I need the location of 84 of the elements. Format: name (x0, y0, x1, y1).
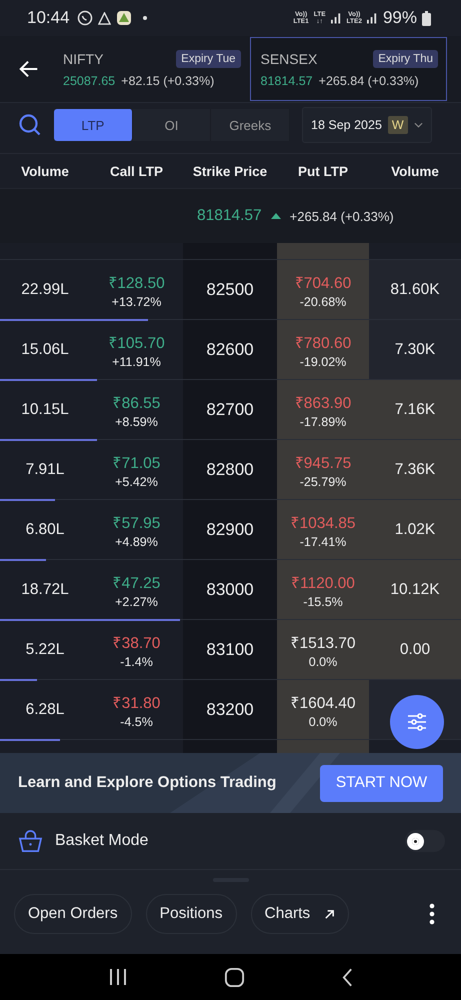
call-volume: 7.91L (26, 460, 64, 478)
put-change: 0.0% (308, 714, 338, 728)
index-name: NIFTY (63, 51, 104, 67)
call-change: +2.27% (115, 594, 158, 608)
expiry-date: 18 Sep 2025 (311, 118, 382, 132)
put-ltp[interactable]: ₹863.90 (294, 390, 352, 412)
column-header: Call LTP (108, 164, 164, 178)
index-change: +265.84 (+0.33%) (318, 74, 419, 88)
call-change: +13.72% (112, 294, 162, 308)
call-volume: 5.22L (26, 640, 64, 658)
spot-price: 81814.57 (197, 207, 262, 225)
strike-price: 83000 (206, 580, 254, 600)
put-volume: 7.36K (394, 460, 436, 478)
strike-price: 82600 (206, 340, 254, 360)
put-change: -19.02% (300, 354, 346, 368)
spot-change: +265.84 (+0.33%) (290, 208, 394, 224)
call-ltp[interactable]: ₹31.80 (112, 690, 160, 712)
column-header: Volume (20, 164, 70, 178)
status-time: 10:44 (27, 8, 70, 28)
call-volume: 18.72L (21, 580, 69, 598)
action-chip[interactable]: Open Orders (14, 894, 132, 934)
put-ltp[interactable]: ₹780.60 (294, 330, 352, 352)
put-ltp[interactable]: ₹1604.40 (290, 690, 356, 712)
strike-price: 82900 (206, 520, 254, 540)
put-volume: 0.00 (400, 640, 430, 658)
put-volume: 7.16K (394, 400, 436, 418)
expiry-dropdown[interactable]: 18 Sep 2025 W (302, 107, 432, 143)
banner-text: Learn and Explore Options Trading (18, 774, 276, 792)
put-volume: 7.30K (394, 340, 436, 358)
strike-price: 82800 (206, 460, 254, 480)
column-header: Volume (390, 164, 440, 178)
strike-price: 83100 (206, 640, 254, 660)
call-ltp[interactable]: ₹57.95 (112, 510, 160, 532)
call-ltp[interactable]: ₹86.55 (112, 390, 160, 412)
call-change: -4.5% (120, 714, 153, 728)
put-ltp[interactable]: ₹1034.85 (290, 510, 356, 532)
put-ltp[interactable]: ₹945.75 (294, 450, 352, 472)
action-chip[interactable]: Charts (250, 894, 350, 934)
column-header: Strike Price (192, 164, 268, 178)
call-change: +4.89% (115, 534, 158, 548)
call-change: +5.42% (115, 474, 158, 488)
call-volume: 22.99L (21, 280, 69, 298)
call-ltp[interactable]: ₹71.05 (112, 450, 160, 472)
put-ltp[interactable]: ₹1513.70 (290, 630, 356, 652)
action-chip[interactable]: Positions (146, 894, 237, 934)
put-volume: 1.02K (394, 520, 436, 538)
call-ltp[interactable]: ₹105.70 (108, 330, 165, 352)
index-price: 25087.65 (63, 74, 116, 88)
expiry-badge: Expiry Thu (373, 50, 438, 68)
call-volume: 6.80L (26, 520, 64, 538)
put-volume: 10.12K (390, 580, 440, 598)
put-ltp[interactable]: ₹1120.00 (291, 570, 355, 592)
weekly-badge: W (388, 116, 408, 134)
tab[interactable]: LTP (54, 109, 133, 141)
call-volume: 10.15L (21, 400, 69, 418)
expiry-badge: Expiry Tue (176, 50, 240, 68)
index-change: +82.15 (+0.33%) (121, 74, 214, 88)
put-change: -20.68% (300, 294, 346, 308)
strike-price: 82700 (206, 400, 254, 420)
put-volume: 81.60K (390, 280, 440, 298)
index-card[interactable]: SENSEX Expiry Thu 81814.57 +265.84 (+0.33%) (250, 37, 447, 101)
call-change: +11.91% (112, 354, 161, 368)
call-ltp[interactable]: ₹128.50 (108, 270, 165, 292)
put-change: -17.41% (300, 534, 346, 548)
index-price: 81814.57 (260, 74, 313, 88)
call-change: +8.59% (115, 414, 158, 428)
battery-level: 99% (382, 8, 417, 28)
call-volume: 6.28L (26, 700, 64, 718)
start-now-button[interactable]: START NOW (320, 764, 443, 802)
column-header: Put LTP (297, 164, 349, 178)
call-ltp[interactable]: ₹47.25 (112, 570, 160, 592)
strike-price: 83200 (206, 700, 254, 720)
call-ltp[interactable]: ₹38.70 (112, 630, 160, 652)
put-change: -17.89% (300, 414, 346, 428)
put-change: 0.0% (308, 654, 338, 668)
basket-mode-label: Basket Mode (55, 832, 148, 850)
put-change: -25.79% (300, 474, 346, 488)
put-ltp[interactable]: ₹704.60 (294, 270, 352, 292)
index-name: SENSEX (260, 51, 318, 67)
index-card[interactable]: NIFTY Expiry Tue 25087.65 +82.15 (+0.33%) (52, 37, 250, 101)
call-change: -1.4% (120, 654, 153, 668)
call-volume: 15.06L (21, 340, 69, 358)
strike-price: 82500 (206, 280, 254, 300)
put-change: -15.5% (303, 594, 343, 608)
